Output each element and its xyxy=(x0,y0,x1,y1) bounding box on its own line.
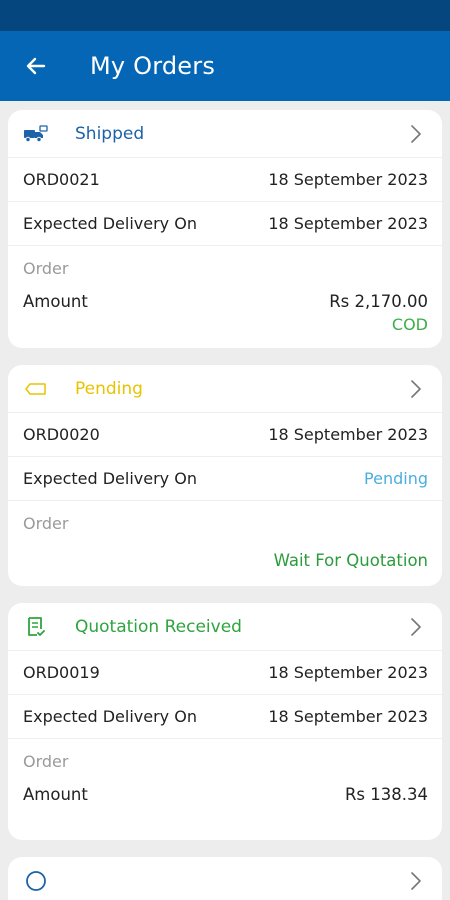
amount-value: Rs 138.34 xyxy=(344,785,428,804)
expected-delivery-label: Expected Delivery On xyxy=(23,707,197,726)
chevron-right-icon[interactable] xyxy=(406,379,426,399)
receipt-icon xyxy=(23,614,49,640)
order-date: 18 September 2023 xyxy=(268,663,428,682)
chevron-right-icon[interactable] xyxy=(406,124,426,144)
expected-delivery-value: 18 September 2023 xyxy=(268,707,428,726)
order-card-header[interactable]: Pending xyxy=(8,365,442,413)
orders-list: Shipped ORD0021 18 September 2023 Expect… xyxy=(8,110,442,900)
order-card-header[interactable]: Shipped xyxy=(8,110,442,158)
order-id: ORD0020 xyxy=(23,425,100,444)
order-label-row: Order xyxy=(8,501,442,545)
expected-delivery-value: Pending xyxy=(364,469,428,488)
arrow-left-icon xyxy=(26,57,46,75)
amount-label: Amount xyxy=(23,785,88,804)
order-date: 18 September 2023 xyxy=(268,170,428,189)
order-status: Quotation Received xyxy=(75,616,242,637)
chevron-right-icon[interactable] xyxy=(406,871,426,891)
amount-value: Rs 2,170.00 xyxy=(329,292,428,311)
order-card-header[interactable] xyxy=(8,857,442,900)
order-id: ORD0021 xyxy=(23,170,100,189)
status-bar xyxy=(0,0,450,31)
back-button[interactable] xyxy=(22,52,50,80)
clock-icon xyxy=(23,868,49,894)
order-card[interactable]: Pending ORD0020 18 September 2023 Expect… xyxy=(8,365,442,586)
order-note: Wait For Quotation xyxy=(273,551,428,570)
expected-delivery-value: 18 September 2023 xyxy=(268,214,428,233)
tag-icon xyxy=(23,376,49,402)
order-date: 18 September 2023 xyxy=(268,425,428,444)
order-id: ORD0019 xyxy=(23,663,100,682)
order-label: Order xyxy=(23,258,69,278)
expected-delivery-label: Expected Delivery On xyxy=(23,214,197,233)
order-id-row: ORD0020 18 September 2023 xyxy=(8,413,442,457)
truck-icon xyxy=(23,121,49,147)
expected-delivery-row: Expected Delivery On 18 September 2023 xyxy=(8,695,442,739)
order-label-row: Order xyxy=(8,246,442,290)
order-status: Shipped xyxy=(75,123,145,144)
order-label: Order xyxy=(23,751,69,771)
order-card[interactable]: Shipped ORD0021 18 September 2023 Expect… xyxy=(8,110,442,348)
amount-block: Amount Rs 2,170.00 COD xyxy=(8,290,442,348)
chevron-right-icon[interactable] xyxy=(406,617,426,637)
order-card[interactable]: Quotation Received ORD0019 18 September … xyxy=(8,603,442,840)
order-label: Order xyxy=(23,513,69,533)
expected-delivery-label: Expected Delivery On xyxy=(23,469,197,488)
payment-method: COD xyxy=(391,315,428,334)
app-bar: My Orders xyxy=(0,31,450,101)
amount-block: Amount Rs 138.34 xyxy=(8,783,442,840)
order-card-header[interactable]: Quotation Received xyxy=(8,603,442,651)
expected-delivery-row: Expected Delivery On 18 September 2023 xyxy=(8,202,442,246)
page-title: My Orders xyxy=(90,52,216,80)
order-label-row: Order xyxy=(8,739,442,783)
expected-delivery-row: Expected Delivery On Pending xyxy=(8,457,442,501)
amount-label: Amount xyxy=(23,292,88,311)
order-id-row: ORD0021 18 September 2023 xyxy=(8,158,442,202)
order-id-row: ORD0019 18 September 2023 xyxy=(8,651,442,695)
order-status: Pending xyxy=(75,378,143,399)
order-card-partial[interactable] xyxy=(8,857,442,900)
